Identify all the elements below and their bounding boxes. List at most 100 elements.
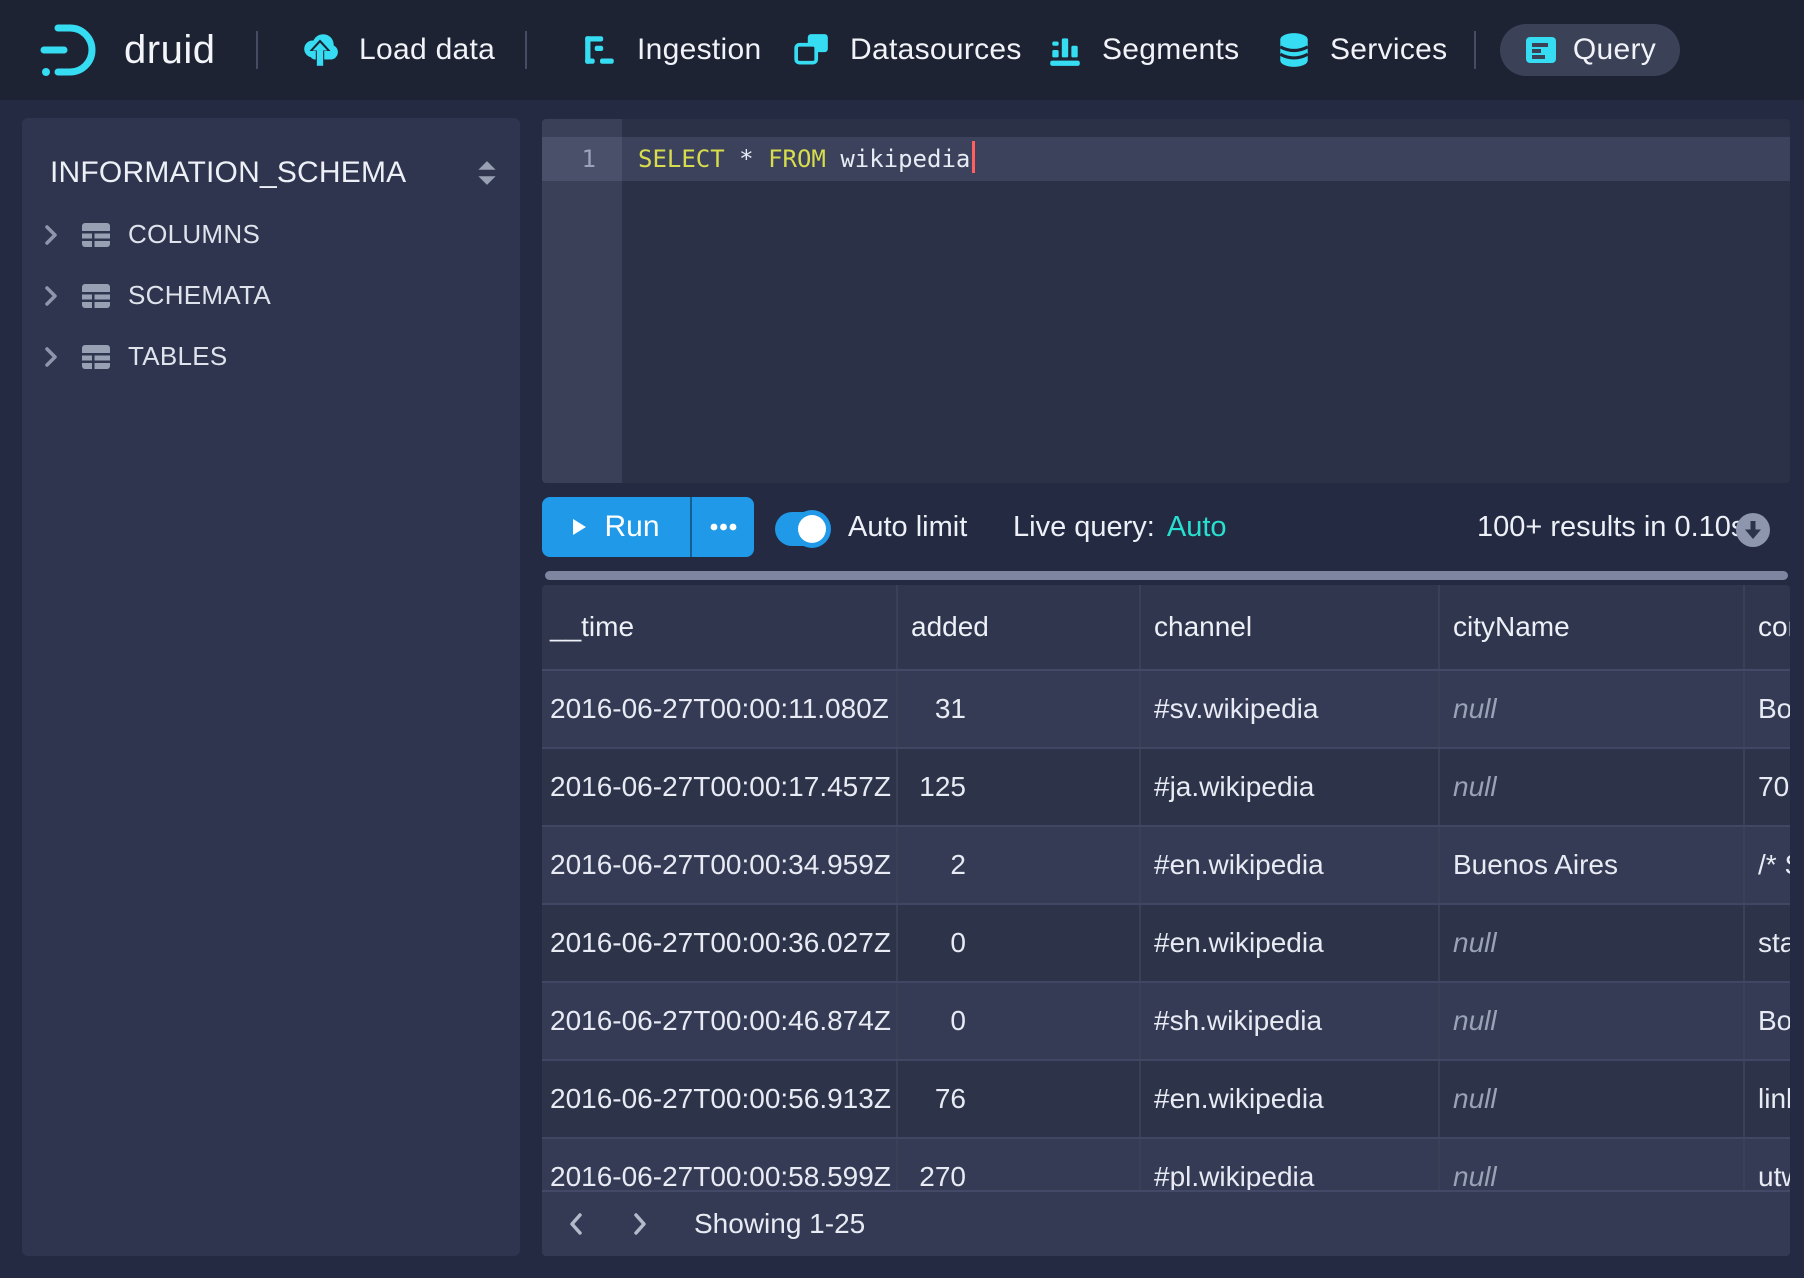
database-icon (1277, 31, 1311, 69)
nav-divider (525, 31, 527, 69)
druid-logo-icon (40, 22, 108, 78)
table-cell[interactable]: #en.wikipedia (1141, 905, 1440, 981)
nav-item-segments[interactable]: Segments (1047, 0, 1239, 100)
table-cell[interactable]: 31 (898, 671, 1141, 747)
column-header-added[interactable]: added (898, 585, 1141, 669)
schema-tree: COLUMNS SCHEMATA (22, 204, 520, 387)
nav-label: Query (1573, 33, 1656, 67)
table-cell[interactable]: 2016-06-27T00:00:56.913Z (542, 1061, 898, 1137)
nav-item-datasources[interactable]: Datasources (793, 0, 1022, 100)
table-grid-icon (81, 283, 111, 309)
table-header-row: __timeaddedchannelcityNamecomment (542, 585, 1790, 671)
brand[interactable]: druid (40, 0, 215, 100)
table-cell[interactable]: 2016-06-27T00:00:34.959Z (542, 827, 898, 903)
table-body: 2016-06-27T00:00:11.080Z31#sv.wikipedian… (542, 671, 1790, 1217)
run-button-label: Run (604, 510, 659, 544)
navbar: druid Load data (0, 0, 1804, 100)
prev-page-button[interactable] (556, 1204, 596, 1244)
chevron-right-icon (43, 346, 59, 368)
tree-item-label: TABLES (128, 341, 228, 372)
tree-item-columns[interactable]: COLUMNS (22, 204, 520, 265)
tree-item-tables[interactable]: TABLES (22, 326, 520, 387)
text-cursor (972, 141, 975, 173)
table-cell[interactable]: 2016-06-27T00:00:36.027Z (542, 905, 898, 981)
table-row: 2016-06-27T00:00:17.457Z125#ja.wikipedia… (542, 749, 1790, 827)
datasources-icon (793, 32, 831, 68)
column-header-time[interactable]: __time (542, 585, 898, 669)
result-summary: 100+ results in 0.10s (1477, 497, 1745, 557)
nav-divider (1474, 31, 1476, 69)
table-cell[interactable]: 76 (898, 1061, 1141, 1137)
table-cell[interactable]: #ja.wikipedia (1141, 749, 1440, 825)
nav-item-load-data[interactable]: Load data (300, 0, 495, 100)
table-cell[interactable]: #en.wikipedia (1141, 827, 1440, 903)
table-cell[interactable]: null (1440, 1061, 1745, 1137)
schema-selector[interactable]: INFORMATION_SCHEMA (50, 142, 498, 204)
table-cell[interactable]: 70.9 (1745, 749, 1790, 825)
schema-title: INFORMATION_SCHEMA (50, 156, 406, 190)
table-cell[interactable]: 0 (898, 983, 1141, 1059)
nav-label: Segments (1102, 33, 1239, 67)
table-row: 2016-06-27T00:00:34.959Z2#en.wikipediaBu… (542, 827, 1790, 905)
query-console-icon (1524, 35, 1558, 65)
table-cell[interactable]: 2016-06-27T00:00:46.874Z (542, 983, 898, 1059)
table-cell[interactable]: #sh.wikipedia (1141, 983, 1440, 1059)
table-cell[interactable]: link (1745, 1061, 1790, 1137)
druid-console: druid Load data (0, 0, 1804, 1278)
live-query-value: Auto (1167, 511, 1227, 544)
nav-item-ingestion[interactable]: Ingestion (582, 0, 761, 100)
table-cell[interactable]: 2 (898, 827, 1141, 903)
auto-limit-switch[interactable] (775, 512, 829, 546)
nav-item-services[interactable]: Services (1277, 0, 1447, 100)
table-cell[interactable]: 0 (898, 905, 1141, 981)
column-header-comment[interactable]: comment (1745, 585, 1790, 669)
nav-divider (256, 31, 258, 69)
table-cell[interactable]: Bot: (1745, 983, 1790, 1059)
tree-item-label: SCHEMATA (128, 280, 271, 311)
table-cell[interactable]: 125 (898, 749, 1141, 825)
live-query-control[interactable]: Live query: Auto (1013, 497, 1227, 557)
nav-label: Ingestion (637, 33, 761, 67)
tree-item-schemata[interactable]: SCHEMATA (22, 265, 520, 326)
tree-item-label: COLUMNS (128, 219, 260, 250)
nav-label: Load data (359, 33, 495, 67)
table-cell[interactable]: Bot: (1745, 671, 1790, 747)
sql-editor[interactable]: 1 SELECT * FROM wikipedia (542, 119, 1790, 483)
table-cell[interactable]: /* S (1745, 827, 1790, 903)
chevron-right-icon (43, 285, 59, 307)
run-more-button[interactable] (690, 497, 754, 557)
auto-limit-label: Auto limit (848, 497, 967, 557)
table-cell[interactable]: null (1440, 671, 1745, 747)
table-cell[interactable]: 2016-06-27T00:00:17.457Z (542, 749, 898, 825)
table-cell[interactable]: null (1440, 983, 1745, 1059)
table-cell[interactable]: 2016-06-27T00:00:11.080Z (542, 671, 898, 747)
table-cell[interactable]: #en.wikipedia (1141, 1061, 1440, 1137)
table-row: 2016-06-27T00:00:56.913Z76#en.wikipedian… (542, 1061, 1790, 1139)
table-row: 2016-06-27T00:00:11.080Z31#sv.wikipedian… (542, 671, 1790, 749)
pagination-bar: Showing 1-25 (542, 1190, 1790, 1256)
sql-text[interactable]: SELECT * FROM wikipedia (638, 137, 975, 181)
table-cell[interactable]: null (1440, 905, 1745, 981)
download-results-button[interactable] (1736, 513, 1770, 547)
live-query-label: Live query: (1013, 511, 1155, 544)
nav-item-query[interactable]: Query (1500, 24, 1680, 76)
more-dots-icon (710, 523, 737, 531)
horizontal-scrollbar[interactable] (545, 571, 1788, 580)
next-page-button[interactable] (620, 1204, 660, 1244)
table-cell[interactable]: stat (1745, 905, 1790, 981)
brand-name: druid (124, 28, 215, 73)
run-button[interactable]: Run (542, 497, 690, 557)
double-caret-icon (476, 159, 498, 187)
table-cell[interactable]: #sv.wikipedia (1141, 671, 1440, 747)
nav-label: Datasources (850, 33, 1022, 67)
column-header-cityname[interactable]: cityName (1440, 585, 1745, 669)
upload-cloud-icon (300, 31, 340, 69)
table-row: 2016-06-27T00:00:46.874Z0#sh.wikipedianu… (542, 983, 1790, 1061)
sql-keyword: SELECT (638, 145, 725, 173)
table-cell[interactable]: null (1440, 749, 1745, 825)
run-split-button: Run (542, 497, 754, 557)
table-grid-icon (81, 222, 111, 248)
table-cell[interactable]: Buenos Aires (1440, 827, 1745, 903)
switch-knob (798, 515, 826, 543)
column-header-channel[interactable]: channel (1141, 585, 1440, 669)
